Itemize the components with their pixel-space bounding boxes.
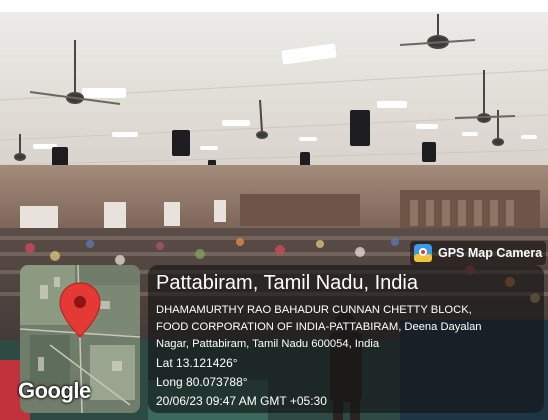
- latitude-text: Lat 13.121426°: [156, 356, 238, 370]
- google-logo: Google: [18, 378, 91, 403]
- gps-map-camera-badge: GPS Map Camera: [410, 241, 546, 265]
- address-line: DHAMAMURTHY RAO BAHADUR CUNNAN CHETTY BL…: [156, 304, 472, 316]
- gps-map-camera-icon: [414, 244, 432, 262]
- longitude-text: Long 80.073788°: [156, 375, 248, 389]
- location-title: Pattabiram, Tamil Nadu, India: [156, 272, 418, 294]
- datetime-text: 20/06/23 09:47 AM GMT +05:30: [156, 394, 327, 408]
- gps-map-camera-label: GPS Map Camera: [438, 246, 543, 260]
- location-info-panel: Pattabiram, Tamil Nadu, India DHAMAMURTH…: [148, 265, 544, 413]
- address-line: Nagar, Pattabiram, Tamil Nadu 600054, In…: [156, 338, 380, 350]
- address-line: FOOD CORPORATION OF INDIA-PATTABIRAM, De…: [156, 321, 482, 333]
- photo-frame: GPS Map Camera Google Pattabiram, Tamil …: [0, 0, 548, 420]
